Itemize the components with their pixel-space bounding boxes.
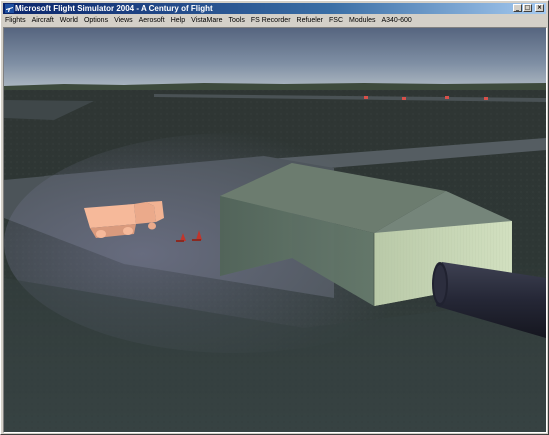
window-title: Microsoft Flight Simulator 2004 - A Cent… [15,4,213,13]
menu-a340-600[interactable]: A340-600 [378,15,414,26]
menu-flights[interactable]: Flights [3,15,29,26]
menu-modules[interactable]: Modules [346,15,378,26]
maximize-button[interactable]: □ [523,4,532,12]
menu-fsc[interactable]: FSC [326,15,346,26]
menu-aircraft[interactable]: Aircraft [29,15,57,26]
menu-world[interactable]: World [57,15,81,26]
menu-fs-recorder[interactable]: FS Recorder [248,15,294,26]
menu-refueler[interactable]: Refueler [294,15,326,26]
menu-help[interactable]: Help [168,15,188,26]
menu-aerosoft[interactable]: Aerosoft [136,15,168,26]
menu-vistamare[interactable]: VistaMare [188,15,225,26]
window-controls: _ □ × [513,4,544,12]
scenery-view [4,28,546,432]
menu-options[interactable]: Options [81,15,111,26]
minimize-button[interactable]: _ [513,4,522,12]
sky [4,28,546,86]
menu-tools[interactable]: Tools [226,15,248,26]
app-icon [5,4,14,13]
close-button[interactable]: × [535,4,544,12]
app-window: Microsoft Flight Simulator 2004 - A Cent… [0,0,549,435]
simulator-viewport[interactable] [3,27,547,433]
menu-bar: Flights Aircraft World Options Views Aerosoft… [3,15,546,26]
menu-views[interactable]: Views [111,15,136,26]
title-bar[interactable]: Microsoft Flight Simulator 2004 - A Cent… [3,3,546,14]
